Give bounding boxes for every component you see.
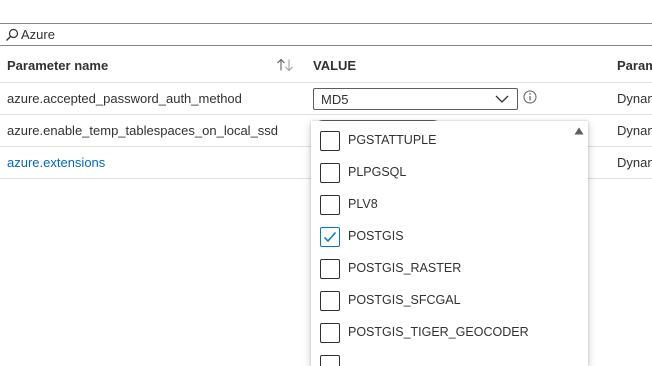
dropdown-option-label: POSTGIS_RASTER <box>348 261 462 275</box>
parameter-type: Dynam <box>617 91 652 106</box>
dropdown-option[interactable]: POSTGIS_SFCGAL <box>311 285 576 317</box>
checkbox[interactable] <box>320 163 340 183</box>
checkbox[interactable] <box>320 355 340 366</box>
info-icon[interactable] <box>523 90 537 104</box>
dropdown-option[interactable]: PGSTATTUPLE <box>311 125 576 157</box>
checkbox[interactable] <box>320 323 340 343</box>
parameter-name: azure.enable_temp_tablespaces_on_local_s… <box>7 123 279 138</box>
extensions-dropdown-list[interactable]: PGSTATTUPLE PLPGSQL PLV8 POSTGIS POSTGIS_RAS… <box>311 121 588 366</box>
checkbox[interactable] <box>320 227 340 247</box>
column-header-parameter-name[interactable]: Parameter name <box>7 47 108 83</box>
checkbox[interactable] <box>320 195 340 215</box>
dropdown-option[interactable]: POSTGIS_RASTER <box>311 253 576 285</box>
checkbox[interactable] <box>320 131 340 151</box>
dropdown-selected-value: MD5 <box>321 91 349 107</box>
search-box[interactable]: Azure <box>0 23 652 46</box>
checkmark-icon <box>323 232 337 243</box>
parameter-type: Dynam <box>617 155 652 170</box>
checkbox[interactable] <box>320 291 340 311</box>
parameter-type: Dynam <box>617 123 652 138</box>
search-input[interactable]: Azure <box>21 27 55 42</box>
dropdown-option-label: POSTGIS <box>348 229 404 243</box>
dropdown-option-label: PLPGSQL <box>348 165 407 179</box>
value-dropdown[interactable]: MD5 <box>313 88 518 110</box>
sort-icon[interactable] <box>276 58 294 72</box>
column-header-parameter-type[interactable]: Param <box>617 47 652 83</box>
parameter-name: azure.accepted_password_auth_method <box>7 91 242 106</box>
dropdown-option-label: PGSTATTUPLE <box>348 133 437 147</box>
dropdown-option[interactable]: PLPGSQL <box>311 157 576 189</box>
dropdown-option-label: POSTGIS_TIGER_GEOCODER <box>348 325 529 339</box>
parameter-name-link[interactable]: azure.extensions <box>7 147 105 178</box>
checkbox[interactable] <box>320 259 340 279</box>
dropdown-option-label: POSTGIS_SFCGAL <box>348 293 461 307</box>
table-row: azure.accepted_password_auth_method MD5 … <box>0 83 652 115</box>
dropdown-option-label: PLV8 <box>348 197 378 211</box>
dropdown-option[interactable]: POSTGIS <box>311 221 576 253</box>
dropdown-option[interactable]: PLV8 <box>311 189 576 221</box>
table-header: Parameter name VALUE Param <box>0 47 652 83</box>
search-icon <box>6 28 19 41</box>
dropdown-option[interactable]: POSTGIS_TIGER_GEOCODER <box>311 317 576 349</box>
chevron-down-icon <box>495 95 509 103</box>
column-header-value[interactable]: VALUE <box>313 47 356 83</box>
